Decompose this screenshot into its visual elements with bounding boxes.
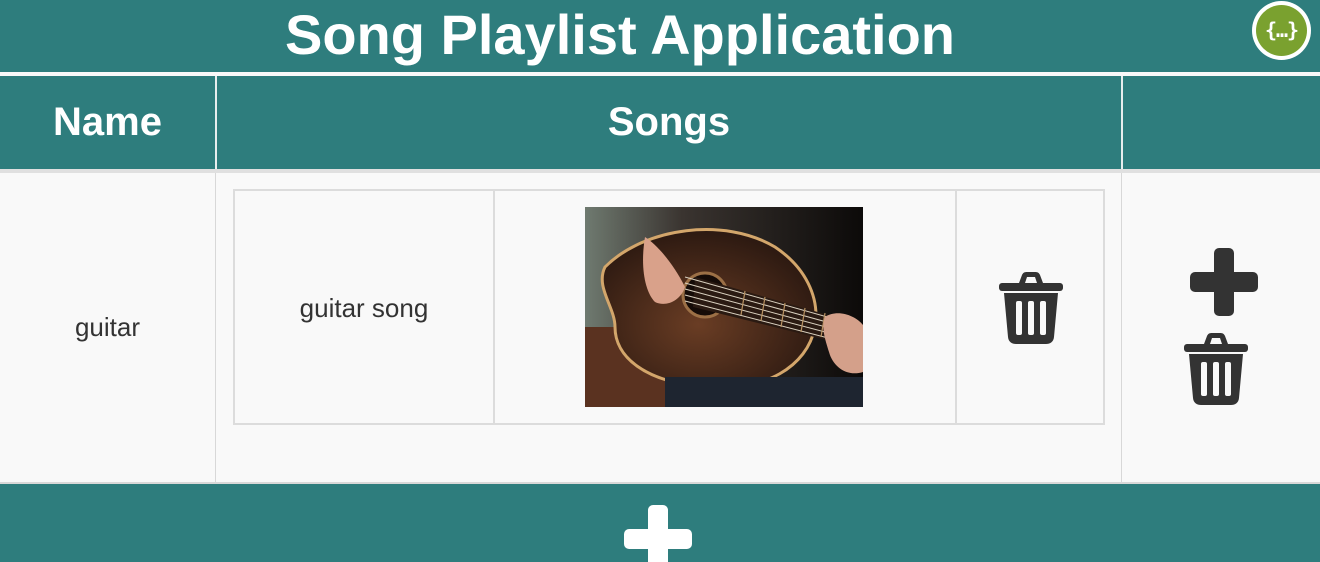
column-header-actions: [1123, 76, 1320, 169]
column-header-name: Name: [53, 100, 162, 144]
trash-icon[interactable]: [997, 271, 1065, 345]
curly-braces-icon: {…}: [1256, 5, 1307, 56]
trash-icon[interactable]: [1184, 332, 1248, 406]
app-header: Song Playlist Application {…}: [0, 0, 1320, 72]
table-header-row: Name Songs: [0, 76, 1320, 169]
api-docs-badge[interactable]: {…}: [1252, 1, 1311, 60]
acoustic-guitar-photo: [585, 207, 863, 407]
column-line: [215, 173, 216, 483]
playlist-name: guitar: [74, 312, 141, 342]
song-cell-divider: [955, 191, 957, 423]
song-cell-divider: [493, 191, 495, 423]
song-title: guitar song: [299, 293, 429, 323]
app-title: Song Playlist Application: [284, 3, 955, 66]
plus-icon[interactable]: [624, 505, 692, 562]
songs-table: guitar song: [233, 189, 1105, 425]
plus-icon[interactable]: [1190, 248, 1258, 316]
column-header-songs: Songs: [607, 100, 731, 144]
column-line: [1121, 173, 1122, 483]
